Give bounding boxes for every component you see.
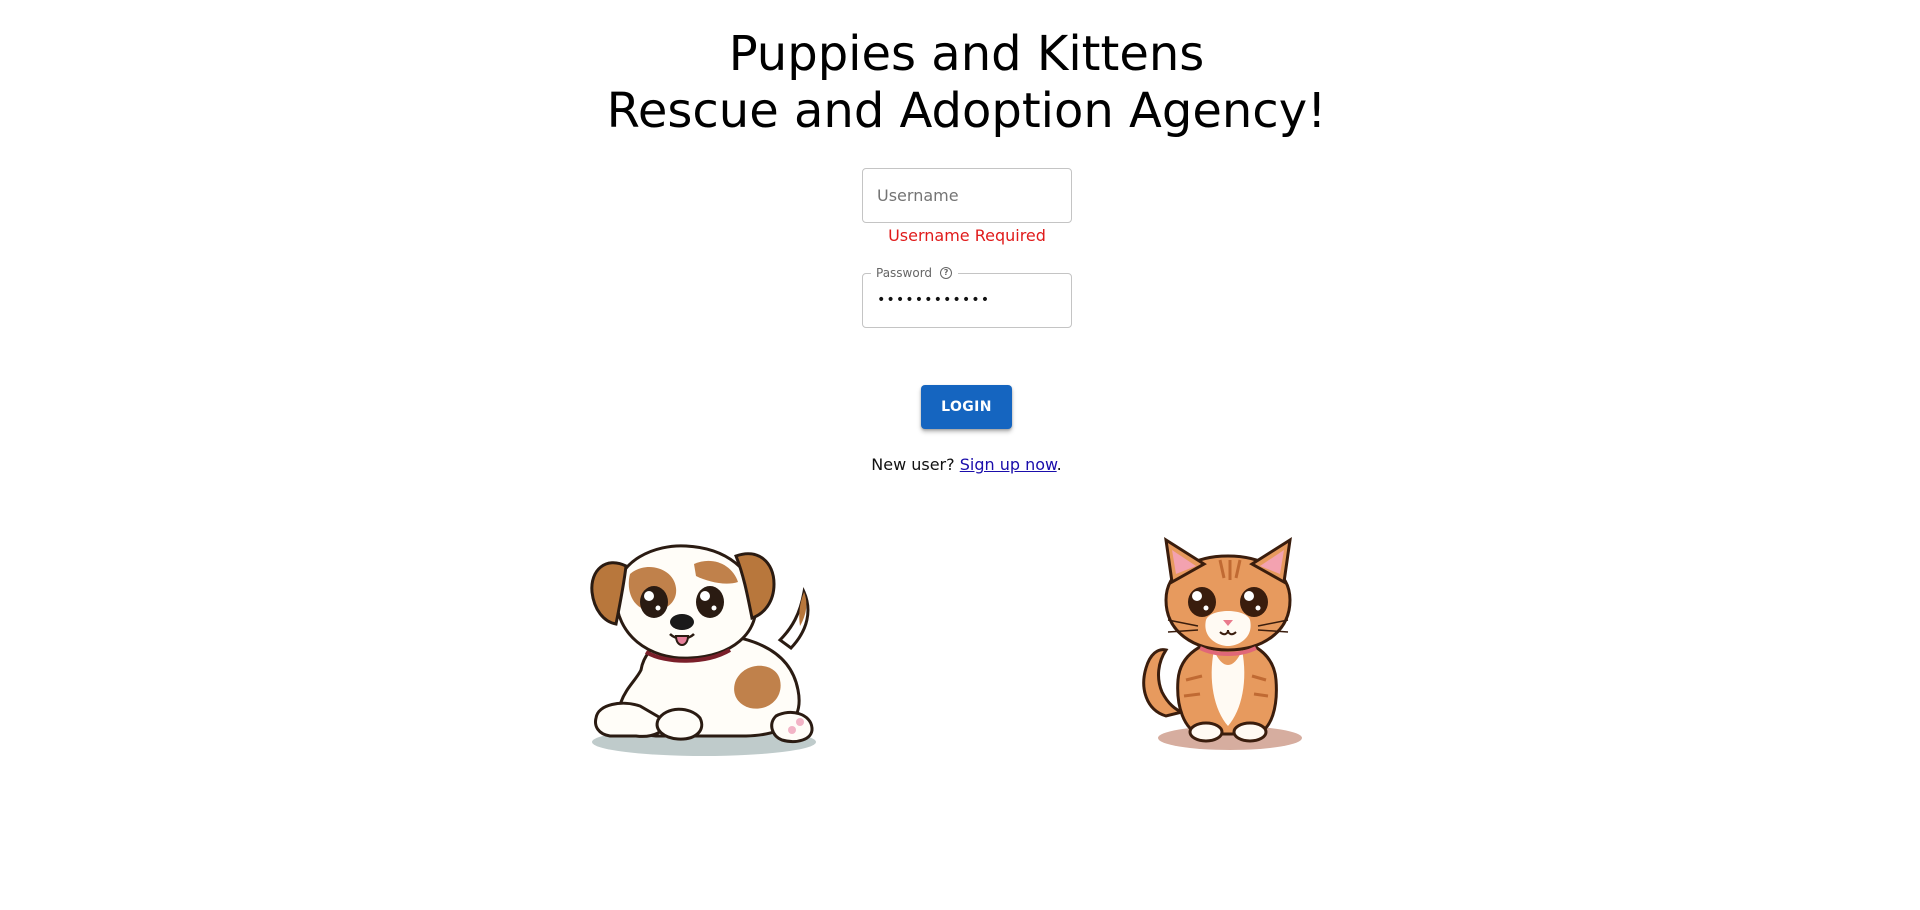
kitten-illustration xyxy=(1142,536,1302,750)
username-field xyxy=(862,168,1072,223)
puppy-illustration xyxy=(590,544,816,756)
title-line-1: Puppies and Kittens xyxy=(728,26,1205,82)
signup-link[interactable]: Sign up now xyxy=(960,455,1057,474)
password-label: Password xyxy=(876,266,933,280)
password-field[interactable]: Password ? •••••••••••• xyxy=(862,265,1072,328)
help-circle-icon[interactable]: ? xyxy=(940,267,953,279)
title-line-2: Rescue and Adoption Agency! xyxy=(606,83,1327,139)
password-masked-value: •••••••••••• xyxy=(877,292,991,308)
page-title: Puppies and Kittens Rescue and Adoption … xyxy=(0,26,1920,140)
signup-prefix: New user? xyxy=(871,455,960,474)
password-label-group: Password ? xyxy=(871,265,959,281)
signup-suffix: . xyxy=(1056,455,1062,474)
username-input[interactable] xyxy=(863,169,1071,222)
login-button[interactable]: LOGIN xyxy=(921,385,1012,429)
signup-prompt: New user? Sign up now. xyxy=(0,455,1920,474)
username-error-text: Username Required xyxy=(888,226,1046,245)
